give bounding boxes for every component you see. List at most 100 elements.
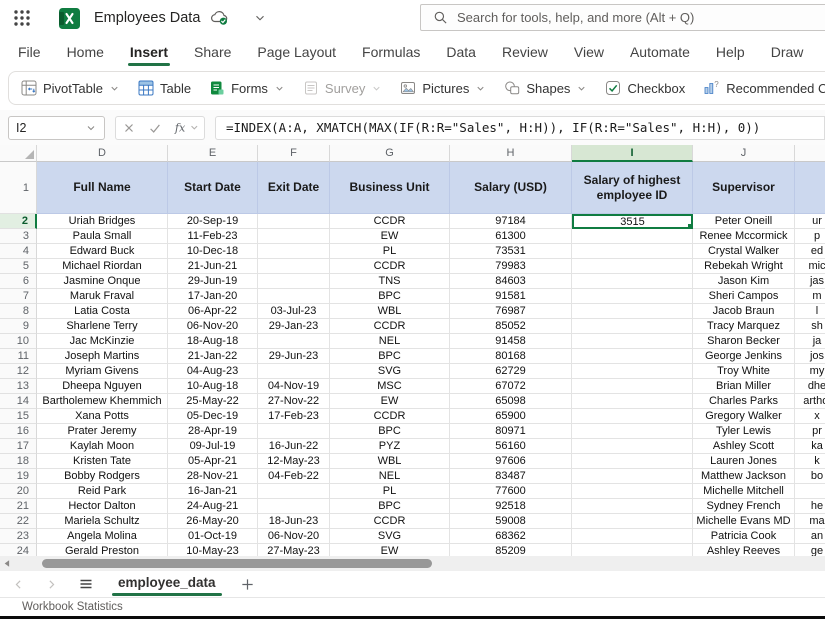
cell-H6[interactable]: 84603 (450, 274, 572, 289)
cell-D12[interactable]: Myriam Givens (37, 364, 168, 379)
cell-D5[interactable]: Michael Riordan (37, 259, 168, 274)
cell-D11[interactable]: Joseph Martins (37, 349, 168, 364)
cell-I4[interactable] (572, 244, 693, 259)
cell-F17[interactable]: 16-Jun-22 (258, 439, 330, 454)
cell-k4[interactable]: ed (795, 244, 825, 259)
cell-G2[interactable]: CCDR (330, 214, 450, 229)
cell-E5[interactable]: 21-Jun-21 (168, 259, 258, 274)
menu-tab-home[interactable]: Home (65, 40, 106, 64)
cell-H20[interactable]: 77600 (450, 484, 572, 499)
cell-E4[interactable]: 10-Dec-18 (168, 244, 258, 259)
cell-D7[interactable]: Maruk Fraval (37, 289, 168, 304)
header-cell-D1[interactable]: Full Name (37, 162, 168, 214)
cell-H15[interactable]: 65900 (450, 409, 572, 424)
cell-D14[interactable]: Bartholemew Khemmich (37, 394, 168, 409)
cell-E18[interactable]: 05-Apr-21 (168, 454, 258, 469)
cell-E11[interactable]: 21-Jan-22 (168, 349, 258, 364)
cell-k20[interactable] (795, 484, 825, 499)
menu-tab-automate[interactable]: Automate (628, 40, 692, 64)
cell-G17[interactable]: PYZ (330, 439, 450, 454)
cell-H7[interactable]: 91581 (450, 289, 572, 304)
row-header-5[interactable]: 5 (0, 259, 37, 274)
header-cell-F1[interactable]: Exit Date (258, 162, 330, 214)
row-header-22[interactable]: 22 (0, 514, 37, 529)
scrollbar-thumb[interactable] (42, 559, 432, 568)
row-header-3[interactable]: 3 (0, 229, 37, 244)
row-header-17[interactable]: 17 (0, 439, 37, 454)
cell-F22[interactable]: 18-Jun-23 (258, 514, 330, 529)
cell-G14[interactable]: EW (330, 394, 450, 409)
cell-k12[interactable]: my (795, 364, 825, 379)
cell-G12[interactable]: SVG (330, 364, 450, 379)
cell-D3[interactable]: Paula Small (37, 229, 168, 244)
row-header-4[interactable]: 4 (0, 244, 37, 259)
cell-k14[interactable]: arthol (795, 394, 825, 409)
all-sheets-menu-icon[interactable] (78, 576, 94, 592)
cell-F19[interactable]: 04-Feb-22 (258, 469, 330, 484)
cell-I11[interactable] (572, 349, 693, 364)
cell-G18[interactable]: WBL (330, 454, 450, 469)
row-header-15[interactable]: 15 (0, 409, 37, 424)
column-header-k[interactable] (795, 145, 825, 162)
cell-k21[interactable]: he (795, 499, 825, 514)
cell-H10[interactable]: 91458 (450, 334, 572, 349)
cell-E9[interactable]: 06-Nov-20 (168, 319, 258, 334)
cancel-icon[interactable] (122, 121, 136, 135)
cell-F12[interactable] (258, 364, 330, 379)
checkbox-button[interactable]: Checkbox (601, 73, 689, 103)
cell-I18[interactable] (572, 454, 693, 469)
row-header-8[interactable]: 8 (0, 304, 37, 319)
row-header-2[interactable]: 2 (0, 214, 37, 229)
cell-D8[interactable]: Latia Costa (37, 304, 168, 319)
cell-F21[interactable] (258, 499, 330, 514)
cell-k6[interactable]: jas (795, 274, 825, 289)
cell-D20[interactable]: Reid Park (37, 484, 168, 499)
cell-I19[interactable] (572, 469, 693, 484)
menu-tab-draw[interactable]: Draw (769, 40, 806, 64)
cell-J3[interactable]: Renee Mccormick (693, 229, 795, 244)
cell-H14[interactable]: 65098 (450, 394, 572, 409)
cell-I17[interactable] (572, 439, 693, 454)
cell-F14[interactable]: 27-Nov-22 (258, 394, 330, 409)
column-header-F[interactable]: F (258, 145, 330, 162)
cell-F15[interactable]: 17-Feb-23 (258, 409, 330, 424)
menu-tab-view[interactable]: View (572, 40, 606, 64)
row-header-13[interactable]: 13 (0, 379, 37, 394)
cell-I3[interactable] (572, 229, 693, 244)
excel-logo-icon[interactable] (59, 8, 80, 29)
cell-I21[interactable] (572, 499, 693, 514)
menu-tab-formulas[interactable]: Formulas (360, 40, 422, 64)
pivottable-button[interactable]: PivotTable (17, 73, 124, 103)
cell-k13[interactable]: dhe (795, 379, 825, 394)
cell-H13[interactable]: 67072 (450, 379, 572, 394)
cell-G21[interactable]: BPC (330, 499, 450, 514)
cell-J21[interactable]: Sydney French (693, 499, 795, 514)
cell-F24[interactable]: 27-May-23 (258, 544, 330, 556)
row-header-6[interactable]: 6 (0, 274, 37, 289)
cell-G3[interactable]: EW (330, 229, 450, 244)
cell-H9[interactable]: 85052 (450, 319, 572, 334)
cell-H16[interactable]: 80971 (450, 424, 572, 439)
cell-E20[interactable]: 16-Jan-21 (168, 484, 258, 499)
cell-D6[interactable]: Jasmine Onque (37, 274, 168, 289)
cell-D9[interactable]: Sharlene Terry (37, 319, 168, 334)
cell-G4[interactable]: PL (330, 244, 450, 259)
cell-J18[interactable]: Lauren Jones (693, 454, 795, 469)
cell-F2[interactable] (258, 214, 330, 229)
cell-F23[interactable]: 06-Nov-20 (258, 529, 330, 544)
cell-J11[interactable]: George Jenkins (693, 349, 795, 364)
recommended-charts-button[interactable]: ?Recommended Charts (699, 73, 825, 103)
cell-E8[interactable]: 06-Apr-22 (168, 304, 258, 319)
pictures-button[interactable]: Pictures (396, 73, 490, 103)
cell-J19[interactable]: Matthew Jackson (693, 469, 795, 484)
cell-D13[interactable]: Dheepa Nguyen (37, 379, 168, 394)
cell-E12[interactable]: 04-Aug-23 (168, 364, 258, 379)
cell-J5[interactable]: Rebekah Wright (693, 259, 795, 274)
cell-F10[interactable] (258, 334, 330, 349)
cell-I15[interactable] (572, 409, 693, 424)
cell-I23[interactable] (572, 529, 693, 544)
cell-G10[interactable]: NEL (330, 334, 450, 349)
cell-G24[interactable]: EW (330, 544, 450, 556)
header-cell-I1[interactable]: Salary of highest employee ID (572, 162, 693, 214)
cell-E22[interactable]: 26-May-20 (168, 514, 258, 529)
